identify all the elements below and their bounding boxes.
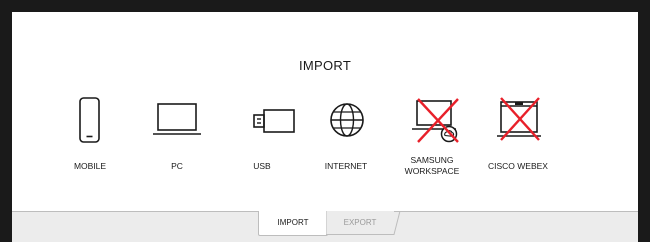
tab-export[interactable]: EXPORT bbox=[326, 211, 401, 235]
tab-import[interactable]: IMPORT bbox=[258, 211, 328, 236]
import-panel: IMPORT MOBILE PC USB INTERNET SAMSUNG WO… bbox=[12, 12, 638, 242]
source-cisco-webex-button[interactable]: CISCO WEBEX bbox=[473, 96, 563, 196]
source-label-cisco-webex: CISCO WEBEX bbox=[488, 161, 548, 171]
globe-icon bbox=[301, 96, 391, 144]
source-pc-button[interactable]: PC bbox=[132, 96, 222, 196]
usb-drive-icon bbox=[217, 96, 307, 144]
source-samsung-workspace-button[interactable]: SAMSUNG WORKSPACE bbox=[387, 96, 477, 196]
mobile-phone-icon bbox=[45, 96, 135, 144]
dialog-title: IMPORT bbox=[298, 58, 352, 73]
tab-bar: IMPORT EXPORT bbox=[12, 211, 638, 242]
source-internet-button[interactable]: INTERNET bbox=[301, 96, 391, 196]
cisco-webex-icon bbox=[473, 96, 563, 144]
laptop-icon bbox=[132, 96, 222, 144]
tab-export-label: EXPORT bbox=[343, 218, 377, 227]
source-usb-button[interactable]: USB bbox=[217, 96, 307, 196]
source-mobile-button[interactable]: MOBILE bbox=[45, 96, 135, 196]
samsung-workspace-icon bbox=[387, 96, 477, 144]
